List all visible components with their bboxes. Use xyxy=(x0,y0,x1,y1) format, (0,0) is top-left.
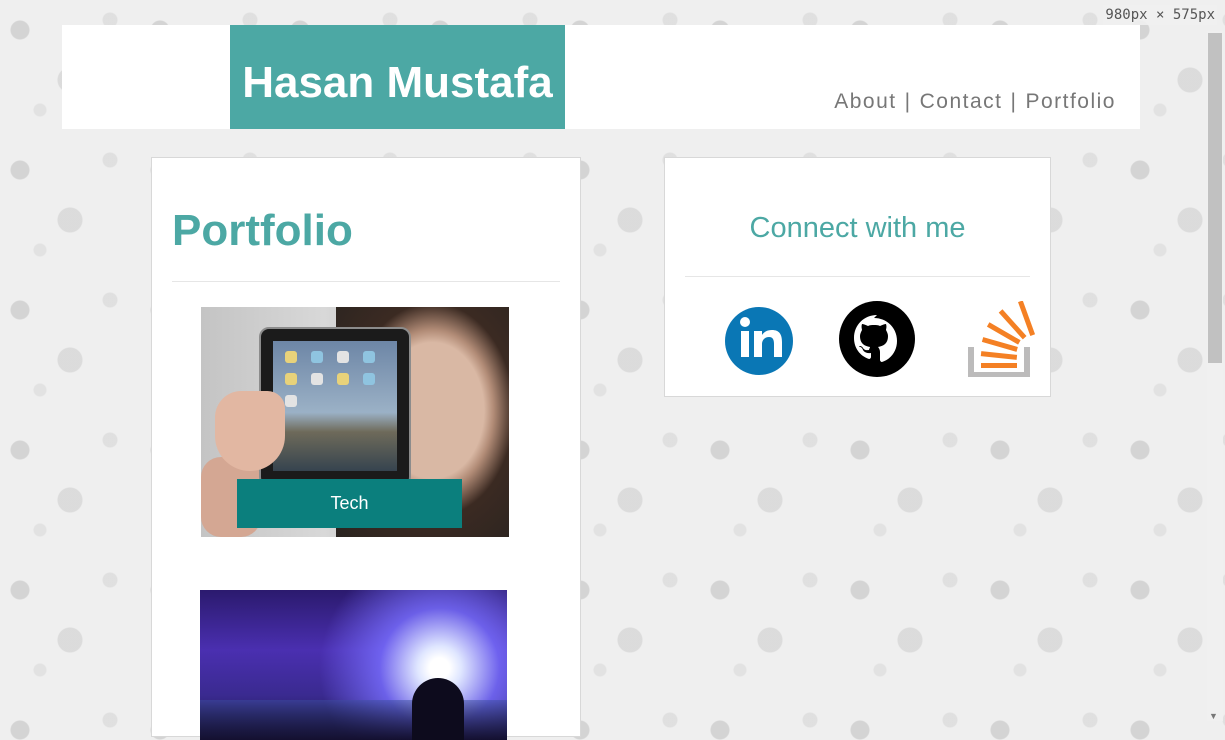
site-logo[interactable]: Hasan Mustafa xyxy=(230,25,565,129)
portfolio-card: Portfolio Tech xyxy=(151,157,581,740)
nav-portfolio-link[interactable]: Portfolio xyxy=(1025,90,1116,113)
portfolio-tile-concert[interactable] xyxy=(200,590,507,740)
silhouette-image xyxy=(412,678,464,740)
viewport-size-badge: 980px × 575px xyxy=(1103,5,1217,25)
nav-separator: | xyxy=(1010,90,1018,113)
divider xyxy=(685,276,1030,277)
nav-about-link[interactable]: About xyxy=(834,90,896,113)
connect-card: Connect with me xyxy=(664,157,1051,397)
github-icon[interactable] xyxy=(839,301,915,377)
linkedin-icon[interactable] xyxy=(725,301,801,377)
nav-contact-link[interactable]: Contact xyxy=(920,90,1003,113)
site-header: Hasan Mustafa About | Contact | Portfolio xyxy=(62,25,1140,129)
scrollbar-thumb[interactable] xyxy=(1208,33,1222,363)
page-scrollbar[interactable]: ▼ xyxy=(1207,31,1223,721)
portfolio-tile-tech[interactable]: Tech xyxy=(201,307,509,537)
tile-label[interactable]: Tech xyxy=(237,479,462,528)
divider xyxy=(172,281,560,282)
hand-image xyxy=(215,391,285,471)
connect-title: Connect with me xyxy=(749,212,966,244)
nav-separator: | xyxy=(904,90,912,113)
top-nav: About | Contact | Portfolio xyxy=(834,90,1116,114)
scroll-down-arrow-icon[interactable]: ▼ xyxy=(1209,711,1218,721)
page-title: Portfolio xyxy=(172,206,353,255)
stackoverflow-icon[interactable] xyxy=(965,300,1041,378)
